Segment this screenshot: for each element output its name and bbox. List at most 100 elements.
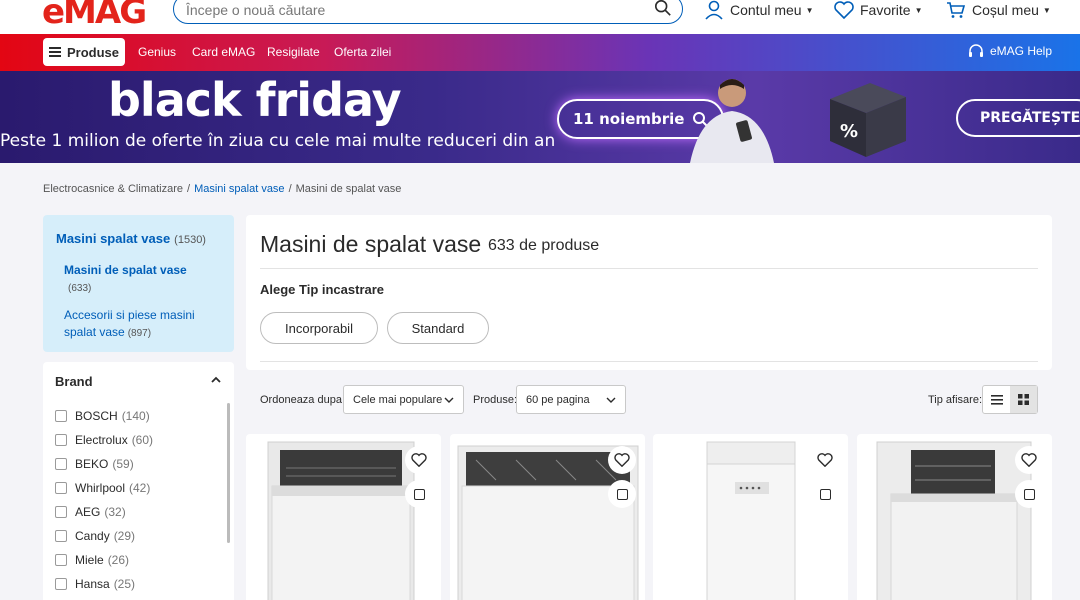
favorites-menu[interactable]: Favorite ▼ (834, 0, 923, 20)
user-icon (705, 0, 723, 20)
checkbox (413, 488, 425, 500)
brand-name: Candy (75, 529, 110, 543)
brand-filter: Brand BOSCH (140) Electrolux (60) BEKO (59)… (43, 362, 234, 600)
add-to-favorites-button[interactable] (811, 446, 839, 474)
hamburger-icon (48, 47, 61, 57)
checkbox[interactable] (55, 506, 67, 518)
add-to-favorites-button[interactable] (608, 446, 636, 474)
checkbox[interactable] (55, 530, 67, 542)
banner-gift-box-image: % (830, 83, 906, 157)
grid-view-button[interactable] (1010, 386, 1037, 413)
favorites-label: Favorite (860, 2, 911, 18)
product-card[interactable] (450, 434, 645, 600)
brand-name: Whirlpool (75, 481, 126, 495)
checkbox[interactable] (55, 410, 67, 422)
brand-count: (140) (121, 409, 150, 423)
view-toggle (982, 385, 1038, 414)
nav-link-genius[interactable]: Genius (138, 45, 176, 59)
compare-checkbox[interactable] (811, 480, 839, 508)
checkbox (819, 488, 831, 500)
svg-text:%: % (840, 121, 858, 142)
page-title: Masini de spalat vase (260, 231, 482, 257)
add-to-favorites-button[interactable] (405, 446, 433, 474)
category-parent[interactable]: Masini spalat vase (1530) (56, 231, 206, 246)
category-parent-count: (1530) (174, 234, 206, 246)
nav-link-oferta-zilei[interactable]: Oferta zilei (334, 45, 391, 59)
headset-icon (969, 44, 983, 57)
chevron-up-icon[interactable] (210, 374, 222, 386)
heart-icon (411, 453, 427, 467)
grid-icon (1018, 394, 1029, 405)
list-view-button[interactable] (983, 386, 1010, 413)
category-current[interactable]: Masini de spalat vase (64, 263, 187, 277)
brand-option-beko[interactable]: BEKO (59) (55, 452, 153, 476)
checkbox[interactable] (55, 458, 67, 470)
checkbox[interactable] (55, 554, 67, 566)
banner-cta-button[interactable]: PREGĂTEȘTE-TE (956, 99, 1080, 137)
product-image[interactable] (266, 440, 416, 600)
black-friday-banner[interactable]: black friday Peste 1 milion de oferte în… (0, 71, 1080, 163)
brand-option-miele[interactable]: Miele (26) (55, 548, 153, 572)
brand-option-candy[interactable]: Candy (29) (55, 524, 153, 548)
brand-list-scrollbar[interactable] (227, 403, 230, 543)
brand-name: BEKO (75, 457, 109, 471)
brand-option-whirlpool[interactable]: Whirlpool (42) (55, 476, 153, 500)
category-accessories-count: (897) (127, 328, 152, 339)
listing-header-panel: Masini de spalat vase 633 de produse Ale… (246, 215, 1052, 370)
nav-link-resigilate[interactable]: Resigilate (267, 45, 320, 59)
sort-select[interactable]: Cele mai populare (343, 385, 464, 414)
product-image[interactable] (705, 440, 797, 600)
compare-checkbox[interactable] (405, 480, 433, 508)
brand-name: Hansa (75, 577, 110, 591)
checkbox[interactable] (55, 482, 67, 494)
breadcrumb-separator: / (288, 183, 292, 195)
compare-checkbox[interactable] (1015, 480, 1043, 508)
brand-list: BOSCH (140) Electrolux (60) BEKO (59) Whirl… (55, 404, 153, 596)
brand-count: (32) (104, 505, 126, 519)
brand-option-electrolux[interactable]: Electrolux (60) (55, 428, 153, 452)
filter-pill-standard[interactable]: Standard (387, 312, 489, 344)
checkbox[interactable] (55, 578, 67, 590)
nav-link-card-emag[interactable]: Card eMAG (192, 45, 255, 59)
banner-title: black friday (108, 73, 402, 127)
brand-option-aeg[interactable]: AEG (32) (55, 500, 153, 524)
cart-label: Coșul meu (972, 2, 1039, 18)
filter-pill-incorporabil[interactable]: Incorporabil (260, 312, 378, 344)
search-icon[interactable] (654, 0, 672, 17)
breadcrumb-item[interactable]: Masini spalat vase (194, 183, 285, 195)
compare-checkbox[interactable] (608, 480, 636, 508)
brand-option-hansa[interactable]: Hansa (25) (55, 572, 153, 596)
brand-count: (29) (113, 529, 136, 543)
brand-count: (42) (129, 481, 151, 495)
checkbox (616, 488, 628, 500)
products-menu-button[interactable]: Produse (43, 38, 125, 66)
heart-icon (1021, 453, 1037, 467)
product-card[interactable] (653, 434, 848, 600)
help-link[interactable]: eMAG Help (968, 43, 1052, 59)
search-input[interactable] (186, 0, 636, 20)
product-card[interactable] (857, 434, 1052, 600)
cart-menu[interactable]: Coșul meu ▼ (946, 0, 1051, 20)
per-page-select[interactable]: 60 pe pagina (516, 385, 626, 414)
checkbox[interactable] (55, 434, 67, 446)
per-page-label: Produse: (473, 394, 518, 406)
category-accessories[interactable]: Accesorii si piese masini spalat vase (89… (64, 307, 224, 342)
products-label: Produse (66, 44, 119, 60)
breadcrumb-item[interactable]: Electrocasnice & Climatizare (43, 183, 183, 195)
product-card[interactable] (246, 434, 441, 600)
help-label: eMAG Help (990, 44, 1053, 58)
breadcrumb-current: Masini de spalat vase (295, 183, 402, 195)
checkbox (1023, 488, 1035, 500)
caret-down-icon: ▼ (1042, 5, 1051, 15)
add-to-favorites-button[interactable] (1015, 446, 1043, 474)
product-count: 633 de produse (488, 237, 600, 254)
brand-name: Miele (75, 553, 104, 567)
mounting-type-label: Alege Tip incastrare (260, 282, 385, 297)
brand-option-bosch[interactable]: BOSCH (140) (55, 404, 153, 428)
product-image[interactable] (875, 440, 1033, 600)
brand-count: (26) (107, 553, 130, 567)
per-page-select-value: 60 pe pagina (526, 393, 590, 406)
account-menu[interactable]: Contul meu ▼ (704, 0, 814, 20)
emag-logo[interactable]: eMAG (42, 0, 147, 32)
sort-select-value: Cele mai populare (353, 393, 443, 406)
